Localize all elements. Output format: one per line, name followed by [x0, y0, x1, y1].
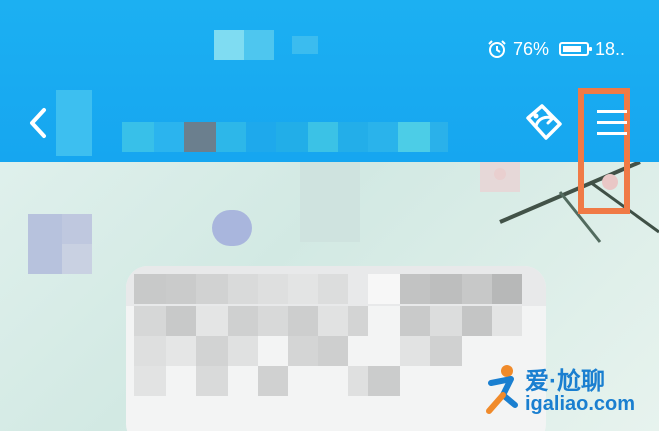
watermark-url: igaliao.com [525, 393, 636, 415]
clock-time: 18.. [594, 38, 625, 59]
content-area: 爱·尬聊 igaliao.com [0, 162, 659, 431]
watermark-logo: 爱·尬聊 igaliao.com [481, 359, 651, 425]
app-header: 76% 18.. [0, 0, 659, 162]
menu-button-highlight[interactable] [578, 88, 630, 214]
alarm-clock-icon [488, 40, 506, 58]
status-indicators: 76% 18.. [487, 36, 625, 62]
battery-icon [558, 42, 592, 56]
hamburger-menu-icon[interactable] [596, 106, 628, 138]
blurred-time [214, 30, 244, 60]
share-icon[interactable] [522, 102, 566, 142]
blurred-time [292, 36, 318, 54]
status-bar: 76% 18.. [0, 0, 659, 82]
chevron-left-icon[interactable] [24, 106, 54, 140]
runner-logo-icon [486, 365, 518, 414]
battery-percent: 76% [512, 38, 549, 59]
watermark-title: 爱·尬聊 [525, 368, 605, 395]
blurred-time [244, 30, 274, 60]
nav-bar [0, 82, 659, 162]
